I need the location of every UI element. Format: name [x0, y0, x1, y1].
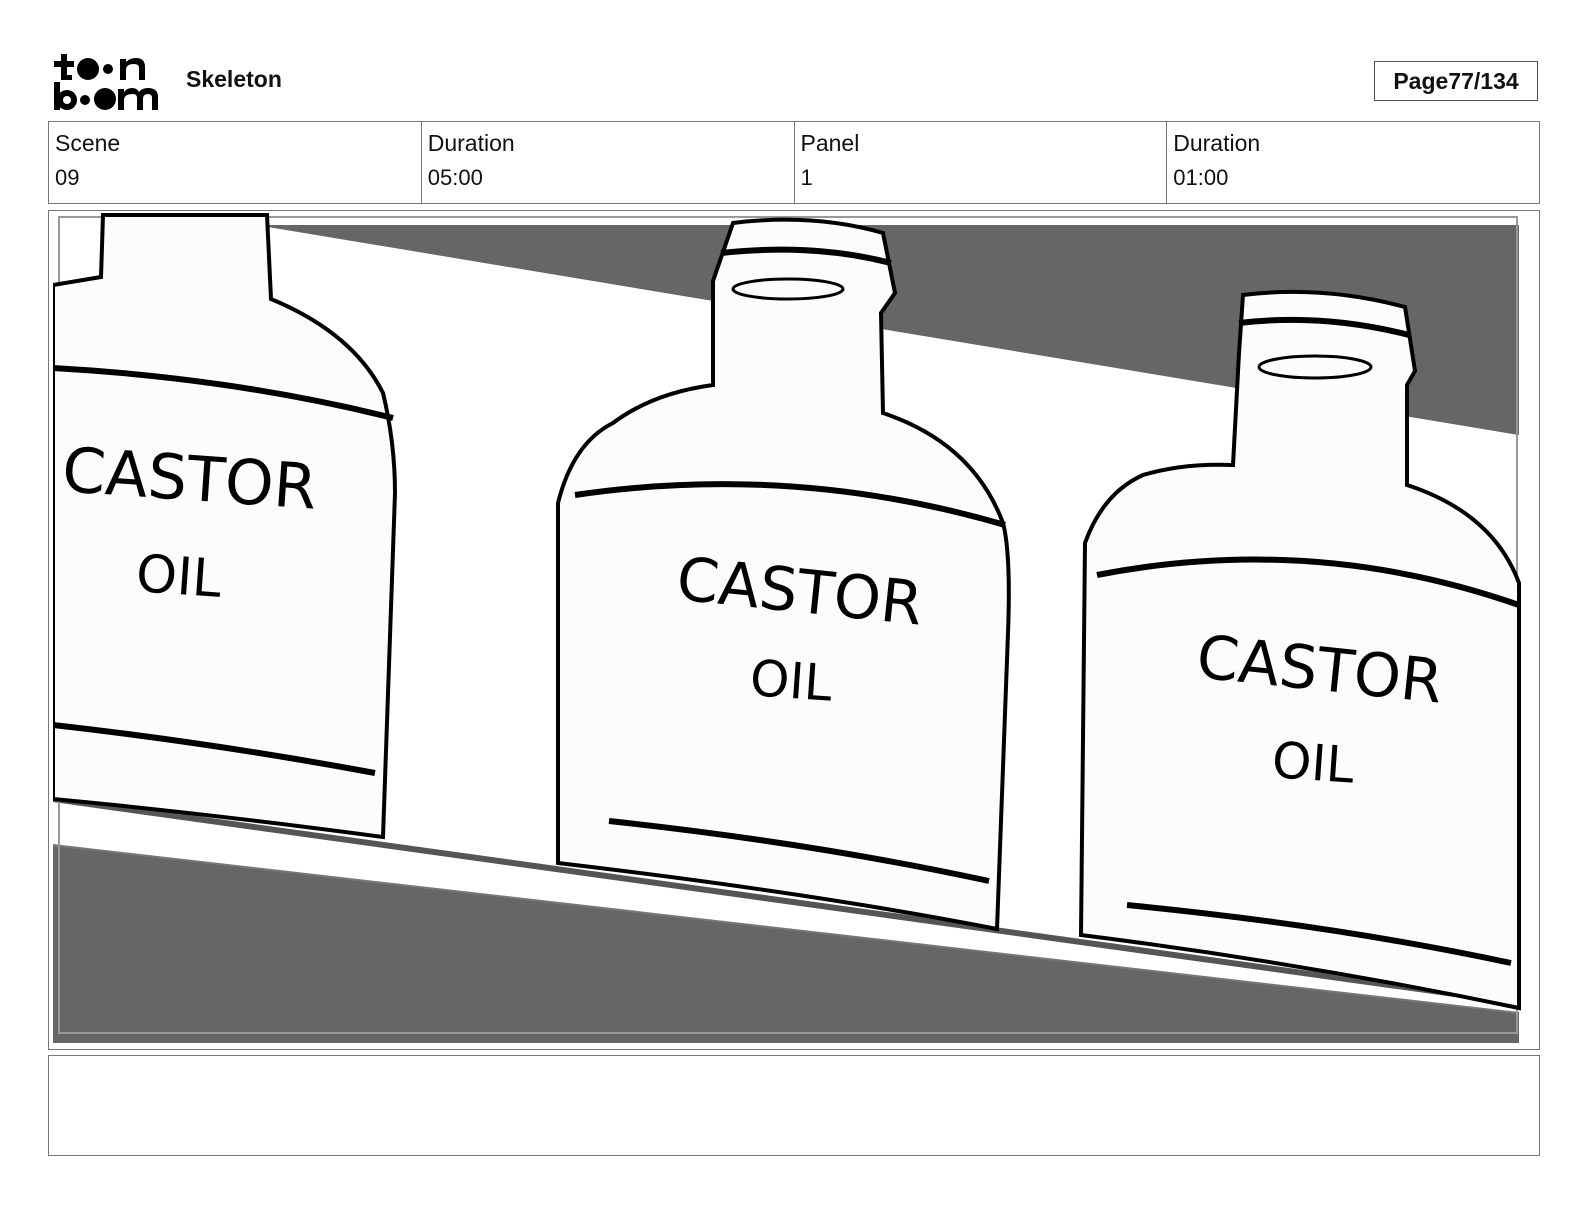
panel-duration-value: 01:00 [1173, 165, 1229, 190]
scene-duration-cell: Duration 05:00 [422, 122, 795, 203]
panel-cell: Panel 1 [795, 122, 1168, 203]
panel-notes-box [48, 1055, 1540, 1156]
page-number: 77/134 [1448, 67, 1519, 94]
panel-drawing: CASTOR OIL CASTOR OIL CASTOR OIL [53, 213, 1535, 1047]
toonboom-logo-icon [54, 54, 158, 110]
bottle-right-label-line2: OIL [1270, 731, 1356, 795]
panel-duration-label: Duration [1173, 130, 1261, 156]
panel-info-table: Scene 09 Duration 05:00 Panel 1 Duration… [48, 121, 1540, 204]
project-title: Skeleton [186, 66, 282, 92]
scene-value: 09 [55, 165, 80, 190]
scene-duration-label: Duration [427, 130, 515, 156]
scene-duration-value: 05:00 [427, 165, 483, 190]
scene-label: Scene [55, 130, 121, 156]
page-label: Page [1393, 67, 1449, 94]
panel-label: Panel [800, 130, 860, 156]
bottle-left-label-line2: OIL [134, 544, 223, 610]
scene-cell: Scene 09 [49, 122, 422, 203]
storyboard-panel: CASTOR OIL CASTOR OIL CASTOR OIL [48, 210, 1540, 1050]
page-indicator: Page 77/134 [1374, 61, 1538, 101]
panel-duration-cell: Duration 01:00 [1167, 122, 1539, 203]
panel-value: 1 [800, 165, 813, 190]
toonboom-logo [50, 52, 165, 112]
bottle-middle-label-line2: OIL [748, 649, 834, 713]
